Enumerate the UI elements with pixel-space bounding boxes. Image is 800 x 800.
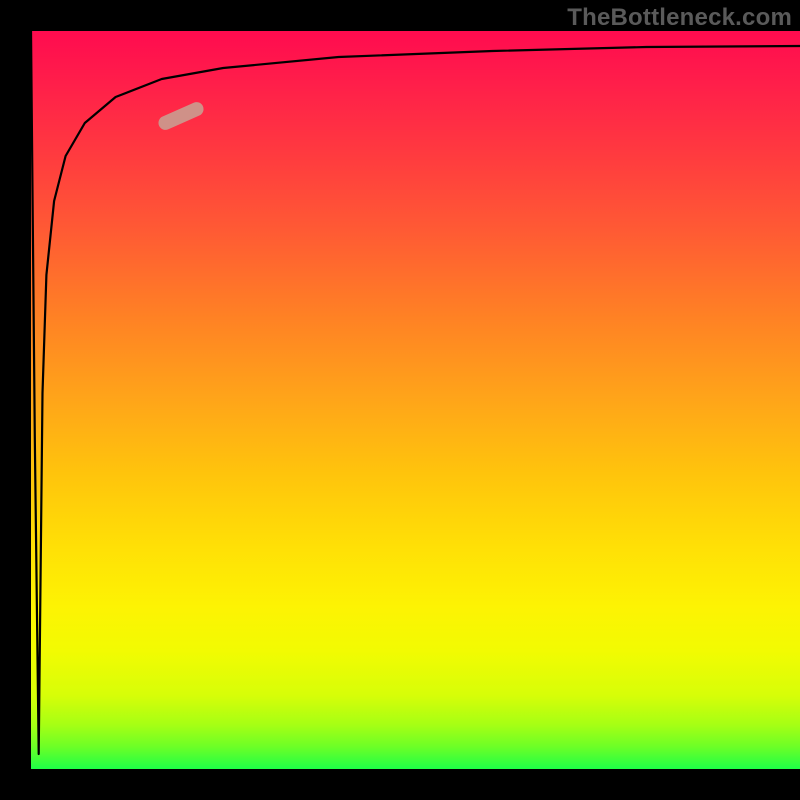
attribution-text: TheBottleneck.com	[567, 4, 792, 32]
curve-marker	[156, 100, 206, 132]
chart-stage: TheBottleneck.com	[0, 0, 800, 800]
series-curve	[31, 31, 800, 754]
curve-layer	[31, 31, 800, 769]
